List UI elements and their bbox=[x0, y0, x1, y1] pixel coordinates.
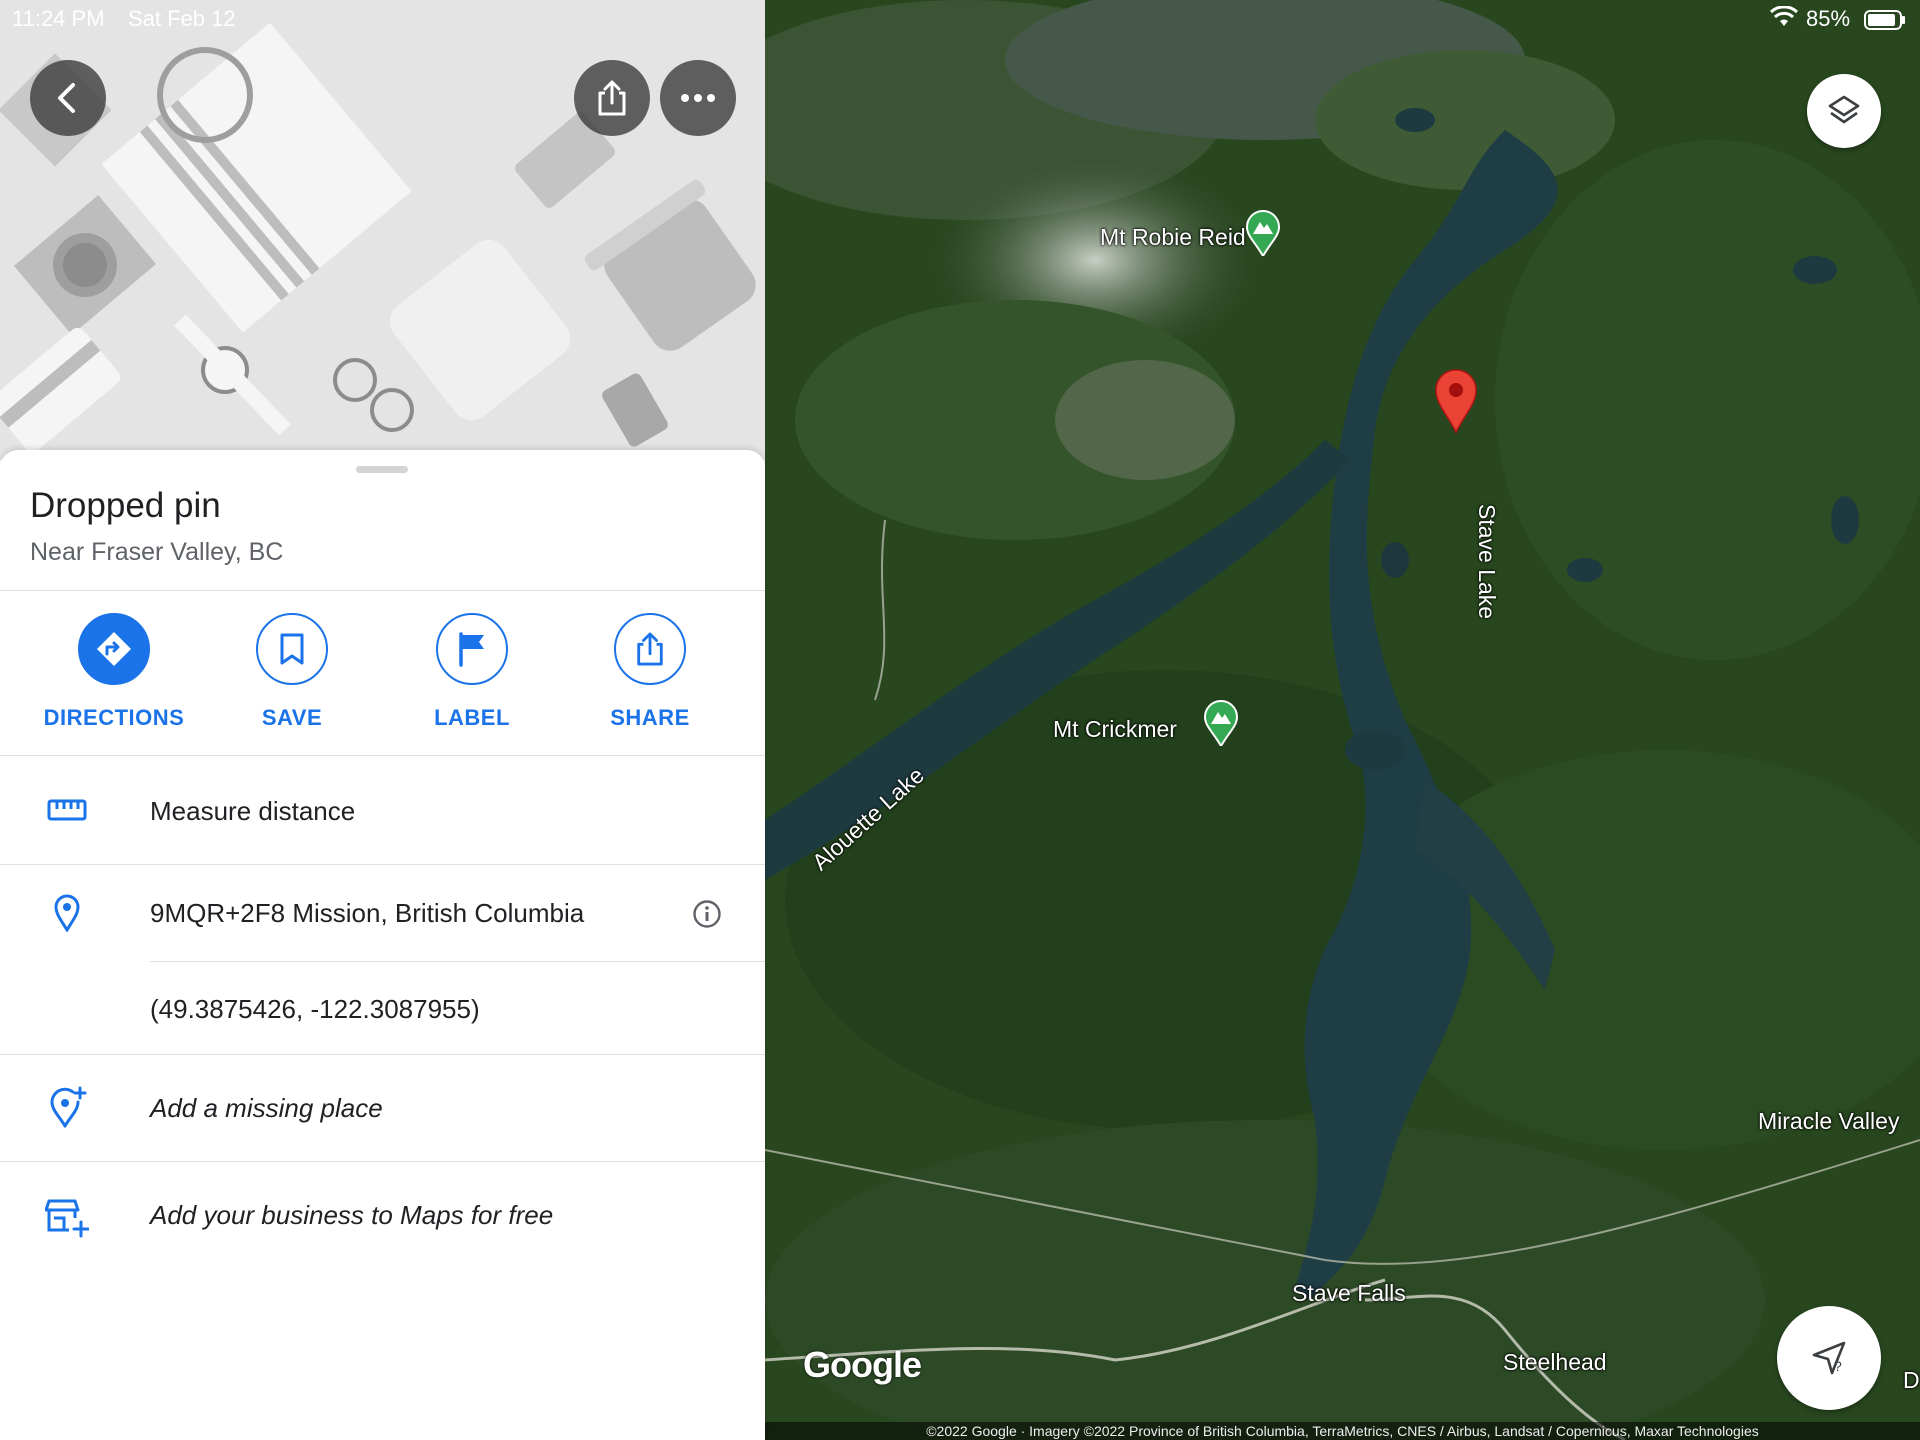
add-business-icon bbox=[45, 1199, 89, 1238]
share-icon bbox=[637, 632, 663, 666]
svg-text:?: ? bbox=[1834, 1358, 1842, 1374]
measure-distance-row[interactable]: Measure distance bbox=[0, 756, 765, 864]
divider bbox=[0, 590, 765, 591]
location-button[interactable]: ? bbox=[1777, 1306, 1881, 1410]
satellite-map[interactable]: Mt Robie Reid Mt Crickmer Stave Lake Alo… bbox=[765, 0, 1920, 1440]
layers-button[interactable] bbox=[1807, 74, 1881, 148]
add-missing-place-row[interactable]: Add a missing place bbox=[0, 1055, 765, 1161]
directions-icon bbox=[97, 632, 131, 666]
battery-icon bbox=[1864, 10, 1906, 36]
place-header-illustration bbox=[0, 0, 765, 460]
share-header-button[interactable] bbox=[574, 60, 650, 136]
more-horizontal-icon bbox=[681, 94, 715, 102]
bookmark-icon bbox=[280, 633, 304, 665]
coordinates-text: (49.3875426, -122.3087955) bbox=[150, 994, 480, 1024]
add-business-label: Add your business to Maps for free bbox=[150, 1200, 554, 1230]
map-attribution[interactable]: ©2022 Google · Imagery ©2022 Province of… bbox=[765, 1422, 1920, 1440]
plus-code-row[interactable]: 9MQR+2F8 Mission, British Columbia bbox=[0, 865, 765, 961]
dropped-pin-marker[interactable] bbox=[1433, 368, 1479, 434]
share-button[interactable]: SHARE bbox=[570, 613, 730, 731]
battery-percentage: 85% bbox=[1806, 6, 1851, 31]
layers-icon bbox=[1828, 95, 1860, 124]
place-subtitle: Near Fraser Valley, BC bbox=[30, 538, 284, 566]
status-time: 11:24 PM bbox=[12, 6, 105, 31]
label-label: LABEL bbox=[434, 705, 510, 730]
map-label-miracle-valley[interactable]: Miracle Valley bbox=[1758, 1108, 1899, 1135]
wifi-icon bbox=[1769, 5, 1799, 34]
directions-button[interactable]: DIRECTIONS bbox=[34, 613, 194, 731]
coordinates-row[interactable]: (49.3875426, -122.3087955) bbox=[0, 962, 765, 1054]
flag-icon bbox=[459, 632, 484, 667]
add-missing-place-label: Add a missing place bbox=[150, 1093, 383, 1123]
drag-handle[interactable] bbox=[356, 466, 408, 473]
satellite-terrain bbox=[765, 0, 1920, 1440]
add-location-icon bbox=[50, 1086, 87, 1128]
place-details-panel[interactable]: Dropped pin Near Fraser Valley, BC DIREC… bbox=[0, 450, 765, 1440]
save-button[interactable]: SAVE bbox=[212, 613, 372, 731]
back-button[interactable] bbox=[30, 60, 106, 136]
location-pin-icon bbox=[54, 894, 80, 932]
map-label-mt-crickmer[interactable]: Mt Crickmer bbox=[1053, 716, 1177, 743]
google-logo: Google bbox=[803, 1344, 922, 1385]
share-label: SHARE bbox=[610, 705, 690, 730]
measure-distance-label: Measure distance bbox=[150, 796, 356, 826]
share-icon bbox=[598, 80, 626, 116]
info-icon[interactable] bbox=[692, 899, 722, 929]
more-options-button[interactable] bbox=[660, 60, 736, 136]
map-label-stave-falls[interactable]: Stave Falls bbox=[1292, 1280, 1406, 1307]
label-button[interactable]: LABEL bbox=[392, 613, 552, 731]
add-business-row[interactable]: Add your business to Maps for free bbox=[0, 1162, 765, 1270]
status-date: Sat Feb 12 bbox=[128, 6, 236, 31]
shopping-illustration bbox=[0, 0, 765, 460]
map-label-mt-robie-reid[interactable]: Mt Robie Reid bbox=[1100, 224, 1246, 251]
mountain-peak-icon[interactable] bbox=[1203, 700, 1239, 746]
map-label-edge: D bbox=[1903, 1367, 1920, 1393]
place-title: Dropped pin bbox=[30, 486, 221, 525]
ruler-icon bbox=[47, 799, 87, 821]
map-label-steelhead[interactable]: Steelhead bbox=[1503, 1349, 1607, 1376]
navigation-question-icon: ? bbox=[1812, 1341, 1846, 1375]
plus-code-text: 9MQR+2F8 Mission, British Columbia bbox=[150, 898, 585, 928]
mountain-peak-icon[interactable] bbox=[1245, 210, 1281, 256]
directions-label: DIRECTIONS bbox=[43, 705, 185, 730]
map-label-stave-lake[interactable]: Stave Lake bbox=[1473, 504, 1500, 619]
back-arrow-icon bbox=[58, 83, 75, 113]
save-label: SAVE bbox=[261, 705, 323, 730]
